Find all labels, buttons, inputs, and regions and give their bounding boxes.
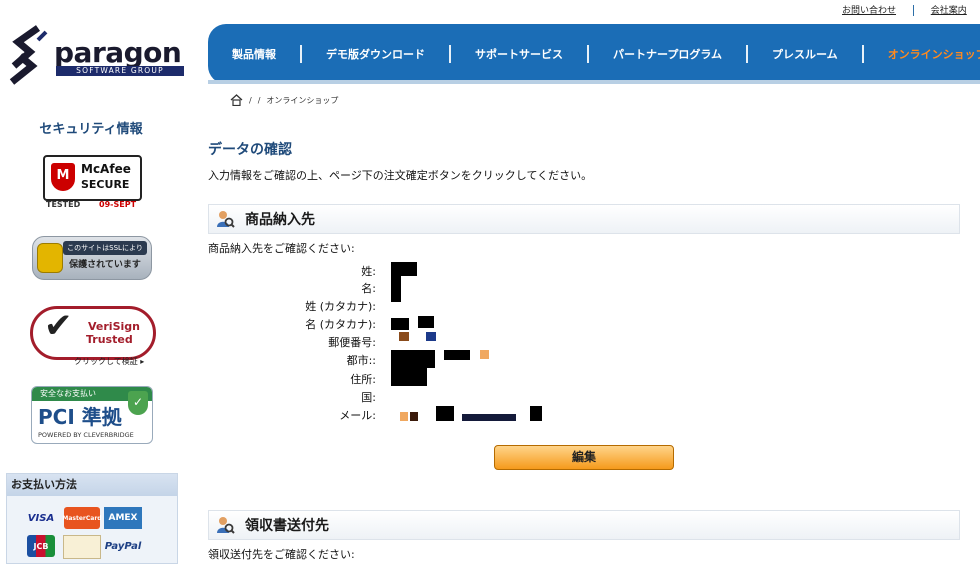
nav-partner[interactable]: パートナープログラム [589, 46, 746, 62]
nav-divider [587, 45, 589, 63]
amex-card-icon: AMEX [104, 507, 142, 529]
jcb-card-icon: JCB [27, 535, 55, 557]
redacted-value [391, 350, 435, 368]
logo-subtitle: SOFTWARE GROUP [56, 66, 184, 76]
verisign-verify-link[interactable]: クリックして検証 ▸ [74, 356, 144, 367]
nav-divider [746, 45, 749, 63]
redacted-value [391, 368, 427, 386]
top-links: お問い合わせ 会社案内 [842, 3, 967, 16]
nav-support[interactable]: サポートサービス [451, 46, 587, 62]
redacted-value [399, 332, 409, 341]
mcafee-brand: McAfee [81, 162, 131, 176]
ssl-line1: このサイトはSSLにより [63, 241, 147, 255]
shipping-lead: 商品納入先をご確認ください: [208, 242, 355, 255]
mcafee-secure-badge[interactable]: M McAfee SECURE [43, 155, 142, 201]
nav-underline [208, 80, 980, 84]
edit-button[interactable]: 編集 [494, 445, 674, 470]
redacted-value [400, 412, 408, 421]
field-label-country: 国: [361, 391, 376, 404]
field-label-last-name-kana: 姓 (カタカナ): [305, 300, 376, 313]
breadcrumb-separator: / [249, 95, 252, 105]
field-label-city: 都市:: [346, 354, 376, 367]
receipt-heading: 領収書送付先 [245, 518, 329, 534]
padlock-icon [37, 243, 63, 273]
redacted-value [480, 350, 489, 359]
pci-powered-text: POWERED BY CLEVERBRIDGE [38, 431, 134, 439]
company-link[interactable]: 会社案内 [931, 6, 967, 16]
payment-methods-title: お支払い方法 [7, 474, 177, 496]
redacted-value [410, 412, 418, 421]
nav-online-shop[interactable]: オンラインショップ [864, 46, 980, 62]
visa-card-icon: VISA [27, 512, 55, 524]
mastercard-card-icon: MasterCard [62, 507, 102, 529]
redacted-value [391, 262, 417, 276]
receipt-lead: 領収送付先をご確認ください: [208, 548, 355, 561]
paragon-logo-mark-icon [9, 25, 48, 85]
field-label-email: メール: [339, 409, 376, 422]
contact-link[interactable]: お問い合わせ [842, 6, 896, 16]
mcafee-date: 09-SEPT [99, 200, 137, 209]
redacted-value [391, 276, 401, 302]
shield-check-icon: ✓ [128, 391, 148, 415]
redacted-value [444, 350, 470, 360]
field-label-postal-code: 郵便番号: [328, 336, 376, 349]
verisign-trusted: Trusted [86, 333, 133, 346]
home-icon[interactable] [230, 94, 243, 106]
nav-divider [449, 45, 451, 63]
ssl-line2: 保護されています [69, 260, 141, 270]
nav-divider [300, 45, 302, 63]
pci-compliant-badge[interactable]: 安全なお支払い PCI 準拠 POWERED BY CLEVERBRIDGE ✓ [31, 386, 153, 444]
redacted-value [426, 332, 436, 341]
ssl-badge[interactable]: このサイトはSSLにより 保護されています [32, 236, 152, 280]
verisign-trusted-badge[interactable]: ✔ VeriSign Trusted クリックして検証 ▸ [30, 298, 156, 368]
mcafee-product: SECURE [81, 178, 130, 191]
main-nav: 製品情報 デモ版ダウンロード サポートサービス パートナープログラム プレスルー… [208, 24, 980, 84]
mcafee-tested: TESTED [46, 200, 81, 209]
bank-transfer-icon [63, 535, 101, 559]
redacted-value [391, 318, 409, 330]
user-search-icon [217, 211, 235, 228]
mcafee-tested-line: TESTED 09-SEPT [46, 200, 136, 209]
nav-products[interactable]: 製品情報 [208, 46, 300, 62]
nav-pressroom[interactable]: プレスルーム [748, 46, 862, 62]
pci-main-text: PCI 準拠 [38, 405, 122, 429]
redacted-value [530, 406, 542, 421]
mcafee-shield-icon: M [51, 163, 75, 191]
security-info-title: セキュリティ情報 [39, 122, 143, 137]
redacted-value [462, 414, 516, 421]
payment-methods-box: お支払い方法 VISA MasterCard AMEX JCB PayPal [6, 473, 178, 564]
breadcrumb-current: オンラインショップ [266, 95, 339, 105]
field-label-address: 住所: [350, 373, 376, 386]
paragon-logo[interactable]: paragon SOFTWARE GROUP [8, 22, 188, 88]
intro-text: 入力情報をご確認の上、ページ下の注文確定ボタンをクリックしてください。 [208, 169, 593, 182]
checkmark-icon: ✔ [44, 306, 73, 346]
paypal-card-icon: PayPal [104, 540, 142, 552]
breadcrumb-separator: / [257, 95, 261, 105]
receipt-section-header: 領収書送付先 [208, 510, 960, 540]
field-label-first-name-kana: 名 (カタカナ): [305, 318, 376, 331]
field-label-last-name: 姓: [361, 265, 376, 278]
shipping-heading: 商品納入先 [245, 212, 315, 228]
redacted-value [418, 316, 434, 328]
verisign-name: VeriSign [88, 320, 140, 333]
shipping-section-header: 商品納入先 [208, 204, 960, 234]
nav-demo-download[interactable]: デモ版ダウンロード [302, 46, 449, 62]
field-label-first-name: 名: [361, 282, 376, 295]
page-title: データの確認 [208, 142, 292, 158]
logo-wordmark: paragon [54, 36, 182, 69]
top-link-divider [912, 5, 914, 16]
redacted-value [436, 406, 454, 421]
breadcrumb: / / オンラインショップ [230, 94, 338, 106]
nav-divider [861, 45, 864, 63]
user-search-icon [217, 517, 235, 534]
